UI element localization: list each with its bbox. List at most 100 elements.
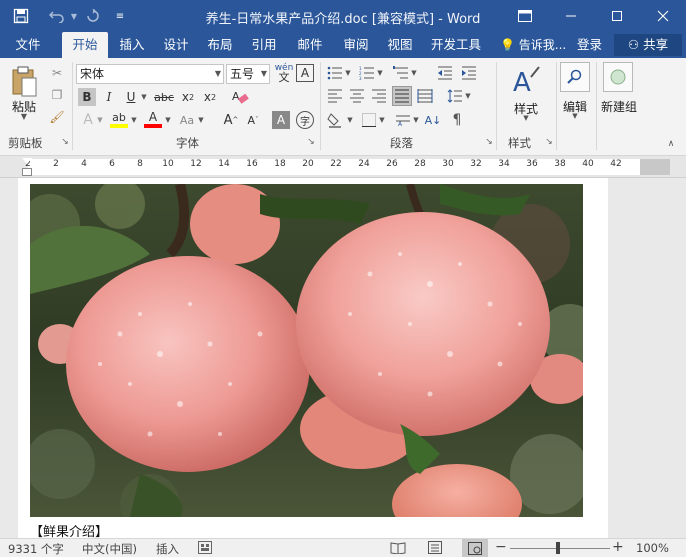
underline-dropdown-icon[interactable]: ▼ — [140, 88, 148, 106]
zoom-in-icon[interactable]: + — [612, 539, 624, 555]
line-spacing-dropdown-icon[interactable]: ▼ — [464, 87, 472, 105]
web-layout-icon[interactable] — [462, 539, 488, 557]
macro-record-icon[interactable] — [198, 541, 212, 554]
borders-icon[interactable] — [360, 110, 378, 130]
superscript-icon[interactable]: x2 — [200, 88, 220, 106]
character-shading-icon[interactable]: A — [272, 111, 290, 129]
numbering-icon[interactable]: 123 — [358, 64, 376, 82]
enclose-characters-icon[interactable]: 字 — [296, 111, 314, 129]
multilevel-list-icon[interactable] — [392, 64, 410, 82]
format-painter-icon[interactable]: 🖌 — [48, 108, 66, 126]
ribbon-display-icon[interactable] — [502, 0, 548, 32]
left-indent-marker[interactable] — [22, 168, 32, 176]
zoom-out-icon[interactable]: − — [495, 539, 507, 555]
insert-mode[interactable]: 插入 — [156, 541, 179, 557]
font-color-icon[interactable]: A — [142, 108, 164, 130]
sign-in-link[interactable]: 登录 — [577, 32, 602, 58]
tell-me-box[interactable]: 💡 告诉我... — [500, 32, 566, 58]
bold-icon[interactable]: B — [78, 88, 96, 106]
chinese-layout-dropdown-icon[interactable]: ▼ — [412, 110, 420, 130]
paste-icon[interactable] — [6, 64, 42, 100]
tab-view[interactable]: 视图 — [380, 32, 420, 58]
new-group-button[interactable]: 新建组 — [596, 98, 642, 115]
tab-design[interactable]: 设计 — [156, 32, 196, 58]
paste-dropdown-icon[interactable]: ▼ — [6, 112, 42, 121]
share-button[interactable]: ⚇ 共享 — [614, 34, 682, 56]
line-spacing-icon[interactable] — [446, 87, 464, 105]
shading-dropdown-icon[interactable]: ▼ — [346, 110, 354, 130]
clear-formatting-icon[interactable]: A — [230, 87, 250, 107]
show-paragraph-marks-icon[interactable]: ¶ — [448, 110, 466, 130]
new-group-icon[interactable] — [603, 62, 633, 92]
sort-icon[interactable]: A↓ — [424, 110, 442, 130]
grow-font-icon[interactable]: A ^ — [222, 110, 240, 130]
lightbulb-icon: 💡 — [500, 38, 515, 52]
shading-icon[interactable] — [326, 110, 346, 130]
align-center-icon[interactable] — [348, 87, 366, 105]
tab-references[interactable]: 引用 — [244, 32, 284, 58]
subscript-icon[interactable]: x2 — [178, 88, 198, 106]
numbering-dropdown-icon[interactable]: ▼ — [376, 64, 384, 82]
language-indicator[interactable]: 中文(中国) — [82, 541, 137, 557]
text-effects-icon[interactable]: A — [78, 110, 98, 130]
tab-home[interactable]: 开始 — [62, 32, 108, 58]
svg-text:A: A — [398, 121, 403, 127]
strikethrough-icon[interactable]: abc — [152, 88, 176, 106]
align-left-icon[interactable] — [326, 87, 344, 105]
minimize-icon[interactable] — [548, 0, 594, 32]
change-case-icon[interactable]: Aa — [176, 110, 198, 130]
close-icon[interactable] — [640, 0, 686, 32]
clipboard-launcher-icon[interactable]: ↘ — [60, 136, 70, 148]
tab-review[interactable]: 审阅 — [334, 32, 378, 58]
borders-dropdown-icon[interactable]: ▼ — [378, 110, 386, 130]
zoom-slider-thumb[interactable] — [556, 542, 560, 554]
shrink-font-icon[interactable]: Aˇ — [244, 110, 262, 130]
read-mode-icon[interactable] — [390, 541, 406, 555]
word-count[interactable]: 9331 个字 — [8, 541, 64, 557]
tab-developer[interactable]: 开发工具 — [424, 32, 488, 58]
ruler-tick: 6 — [109, 159, 115, 169]
justify-icon[interactable] — [392, 86, 412, 106]
tab-mailings[interactable]: 邮件 — [288, 32, 332, 58]
align-right-icon[interactable] — [370, 87, 388, 105]
underline-icon[interactable]: U — [122, 88, 140, 106]
phonetic-guide-icon[interactable]: wén 文 — [274, 63, 294, 84]
print-layout-icon[interactable] — [428, 541, 444, 555]
tab-layout[interactable]: 布局 — [200, 32, 240, 58]
styles-icon[interactable]: A — [510, 64, 542, 98]
text-effects-dropdown-icon[interactable]: ▼ — [96, 110, 104, 130]
distributed-icon[interactable] — [416, 87, 434, 105]
tab-insert[interactable]: 插入 — [112, 32, 152, 58]
paragraph-launcher-icon[interactable]: ↘ — [484, 136, 494, 148]
chinese-layout-icon[interactable]: A — [394, 110, 412, 130]
decrease-indent-icon[interactable] — [436, 64, 454, 82]
first-line-indent-marker[interactable] — [22, 158, 32, 164]
cut-icon[interactable]: ✂ — [48, 64, 66, 82]
font-color-dropdown-icon[interactable]: ▼ — [164, 110, 172, 130]
collapse-ribbon-icon[interactable]: ∧ — [664, 138, 678, 150]
multilevel-dropdown-icon[interactable]: ▼ — [410, 64, 418, 82]
editing-dropdown-icon[interactable]: ▼ — [556, 112, 594, 120]
bullets-dropdown-icon[interactable]: ▼ — [344, 64, 352, 82]
change-case-dropdown-icon[interactable]: ▼ — [197, 110, 205, 130]
tab-file[interactable]: 文件 — [6, 32, 50, 58]
bullets-icon[interactable] — [326, 64, 344, 82]
styles-launcher-icon[interactable]: ↘ — [544, 136, 554, 148]
horizontal-ruler[interactable]: 2 2 4 6 8 10 12 14 16 18 20 22 24 26 28 … — [0, 156, 686, 178]
font-launcher-icon[interactable]: ↘ — [306, 136, 316, 148]
highlight-dropdown-icon[interactable]: ▼ — [130, 110, 138, 130]
zoom-level[interactable]: 100% — [636, 541, 669, 555]
copy-icon[interactable]: ❐ — [48, 86, 66, 104]
font-size-combo[interactable]: 五号 ▼ — [226, 64, 270, 84]
apple-photo[interactable] — [30, 184, 583, 517]
italic-icon[interactable]: I — [100, 88, 118, 106]
maximize-icon[interactable] — [594, 0, 640, 32]
character-border-icon[interactable]: A — [296, 64, 314, 82]
right-indent-marker[interactable] — [609, 168, 619, 175]
search-icon[interactable] — [560, 62, 590, 92]
increase-indent-icon[interactable] — [460, 64, 478, 82]
font-name-combo[interactable]: 宋体 ▼ — [76, 64, 224, 84]
styles-dropdown-icon[interactable]: ▼ — [504, 114, 548, 122]
zoom-slider-track[interactable] — [510, 548, 610, 549]
highlight-color-icon[interactable]: ab — [108, 108, 130, 130]
